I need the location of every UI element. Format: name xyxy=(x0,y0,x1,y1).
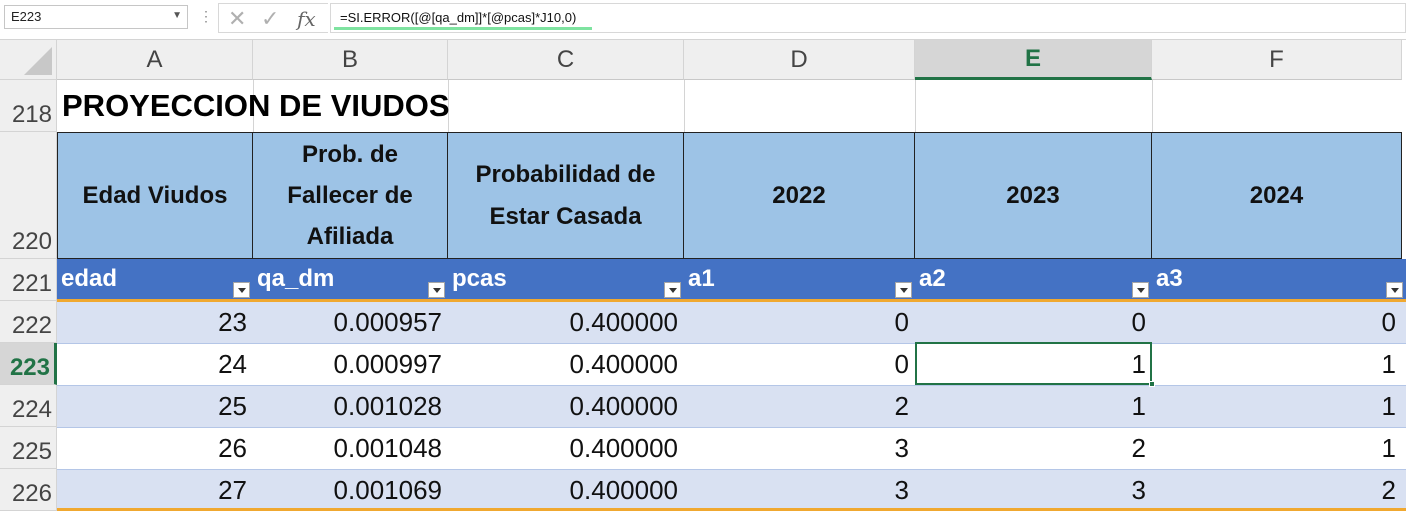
cell-a2[interactable]: 3 xyxy=(915,469,1152,511)
formula-reference-underline xyxy=(334,27,592,30)
formula-bar: E223 ▼ ⋮ ✕ ✓ fx =SI.ERROR([@[qa_dm]]*[@p… xyxy=(0,0,1406,40)
row-header-224[interactable]: 224 xyxy=(0,385,57,427)
cell-a1[interactable]: 3 xyxy=(684,427,915,469)
row-header-225[interactable]: 225 xyxy=(0,427,57,469)
table-header-label: a3 xyxy=(1156,265,1183,292)
filter-dropdown-icon[interactable] xyxy=(428,282,445,298)
gridline xyxy=(915,80,916,132)
row-header-223[interactable]: 223 xyxy=(0,343,57,385)
cell-edad[interactable]: 27 xyxy=(57,469,253,511)
table-header-label: a1 xyxy=(688,265,715,292)
header-edad-viudos[interactable]: Edad Viudos xyxy=(57,132,253,259)
cell-a2[interactable]: 2 xyxy=(915,427,1152,469)
cell-a2[interactable]: 1 xyxy=(915,385,1152,427)
cancel-icon[interactable]: ✕ xyxy=(228,6,246,32)
table-header-a1[interactable]: a1 xyxy=(684,259,915,301)
enter-icon[interactable]: ✓ xyxy=(261,6,279,32)
cell-edad[interactable]: 23 xyxy=(57,301,253,343)
row-header-221[interactable]: 221 xyxy=(0,259,57,301)
table-header-edad[interactable]: edad xyxy=(57,259,253,301)
column-header-c[interactable]: C xyxy=(448,40,684,80)
active-cell-outline xyxy=(915,342,1152,385)
header-prob-line2: Fallecer de xyxy=(287,182,413,209)
table-bottom-border xyxy=(57,508,1406,511)
row-header-226[interactable]: 226 xyxy=(0,469,57,511)
row-header-222[interactable]: 222 xyxy=(0,301,57,343)
formula-text: =SI.ERROR([@[qa_dm]]*[@pcas]*J10,0) xyxy=(340,10,577,25)
formula-bar-grip-icon: ⋮ xyxy=(199,8,213,24)
header-year-2024[interactable]: 2024 xyxy=(1152,132,1402,259)
table-header-a2[interactable]: a2 xyxy=(915,259,1152,301)
table-header-label: a2 xyxy=(919,265,946,292)
cell-qa-dm[interactable]: 0.000957 xyxy=(253,301,448,343)
row-header-218[interactable]: 218 xyxy=(0,80,57,132)
header-2022-text: 2022 xyxy=(772,182,826,209)
cell-pcas[interactable]: 0.400000 xyxy=(448,343,684,385)
cell-qa-dm[interactable]: 0.001069 xyxy=(253,469,448,511)
gridline xyxy=(684,80,685,132)
header-prob-casada[interactable]: Probabilidad de Estar Casada xyxy=(448,132,684,259)
cell-pcas[interactable]: 0.400000 xyxy=(448,385,684,427)
header-2024-text: 2024 xyxy=(1249,182,1304,209)
gridline xyxy=(1152,80,1153,132)
header-prob-line1: Prob. de xyxy=(301,141,398,168)
cell-a1[interactable]: 0 xyxy=(684,343,915,385)
formula-buttons: ✕ ✓ fx xyxy=(218,3,328,33)
filter-dropdown-icon[interactable] xyxy=(233,282,250,298)
column-header-b[interactable]: B xyxy=(253,40,448,80)
header-2023-text: 2023 xyxy=(1006,182,1060,209)
cell-qa-dm[interactable]: 0.000997 xyxy=(253,343,448,385)
table-header-label: qa_dm xyxy=(257,265,335,292)
cell-a1[interactable]: 2 xyxy=(684,385,915,427)
sheet-title: PROYECCION DE VIUDOS xyxy=(62,88,450,123)
column-header-f[interactable]: F xyxy=(1152,40,1402,80)
filter-dropdown-icon[interactable] xyxy=(895,282,912,298)
header-edad-text: Edad Viudos xyxy=(82,182,228,209)
select-all-corner[interactable] xyxy=(0,40,57,80)
cell-qa-dm[interactable]: 0.001028 xyxy=(253,385,448,427)
cell-a3[interactable]: 2 xyxy=(1152,469,1402,511)
header-pcas-line1: Probabilidad de xyxy=(475,160,656,188)
fx-icon[interactable]: fx xyxy=(297,7,316,31)
cell-a3[interactable]: 1 xyxy=(1152,385,1402,427)
row-header-220[interactable]: 220 xyxy=(0,132,57,259)
header-year-2022[interactable]: 2022 xyxy=(684,132,915,259)
cell-edad[interactable]: 24 xyxy=(57,343,253,385)
filter-dropdown-icon[interactable] xyxy=(664,282,681,298)
name-box[interactable]: E223 ▼ xyxy=(4,5,188,29)
column-header-a[interactable]: A xyxy=(57,40,253,80)
column-header-e[interactable]: E xyxy=(915,40,1152,80)
table-header-a3[interactable]: a3 xyxy=(1152,259,1406,301)
table-header-pcas[interactable]: pcas xyxy=(448,259,684,301)
table-header-label: edad xyxy=(61,265,118,292)
cell-pcas[interactable]: 0.400000 xyxy=(448,469,684,511)
cell-a3[interactable]: 0 xyxy=(1152,301,1402,343)
table-header-qa-dm[interactable]: qa_dm xyxy=(253,259,448,301)
filter-dropdown-icon[interactable] xyxy=(1386,282,1403,298)
cell-a3[interactable]: 1 xyxy=(1152,427,1402,469)
header-year-2023[interactable]: 2023 xyxy=(915,132,1152,259)
header-prob-line3: Afiliada xyxy=(306,223,394,250)
table-header-label: pcas xyxy=(452,265,507,292)
cell-a1[interactable]: 3 xyxy=(684,469,915,511)
name-box-value: E223 xyxy=(11,9,42,24)
chevron-down-icon[interactable]: ▼ xyxy=(172,10,182,21)
cell-qa-dm[interactable]: 0.001048 xyxy=(253,427,448,469)
cell-pcas[interactable]: 0.400000 xyxy=(448,427,684,469)
filter-dropdown-icon[interactable] xyxy=(1132,282,1149,298)
cell-a3[interactable]: 1 xyxy=(1152,343,1402,385)
cell-edad[interactable]: 25 xyxy=(57,385,253,427)
cell-a2[interactable]: 0 xyxy=(915,301,1152,343)
header-pcas-line2: Estar Casada xyxy=(489,202,642,230)
select-all-icon xyxy=(24,47,52,75)
cell-a1[interactable]: 0 xyxy=(684,301,915,343)
cell-pcas[interactable]: 0.400000 xyxy=(448,301,684,343)
column-header-d[interactable]: D xyxy=(684,40,915,80)
fill-handle[interactable] xyxy=(1149,381,1155,387)
cell-edad[interactable]: 26 xyxy=(57,427,253,469)
header-prob-fallecer[interactable]: Prob. de Fallecer de Afiliada xyxy=(253,132,448,259)
